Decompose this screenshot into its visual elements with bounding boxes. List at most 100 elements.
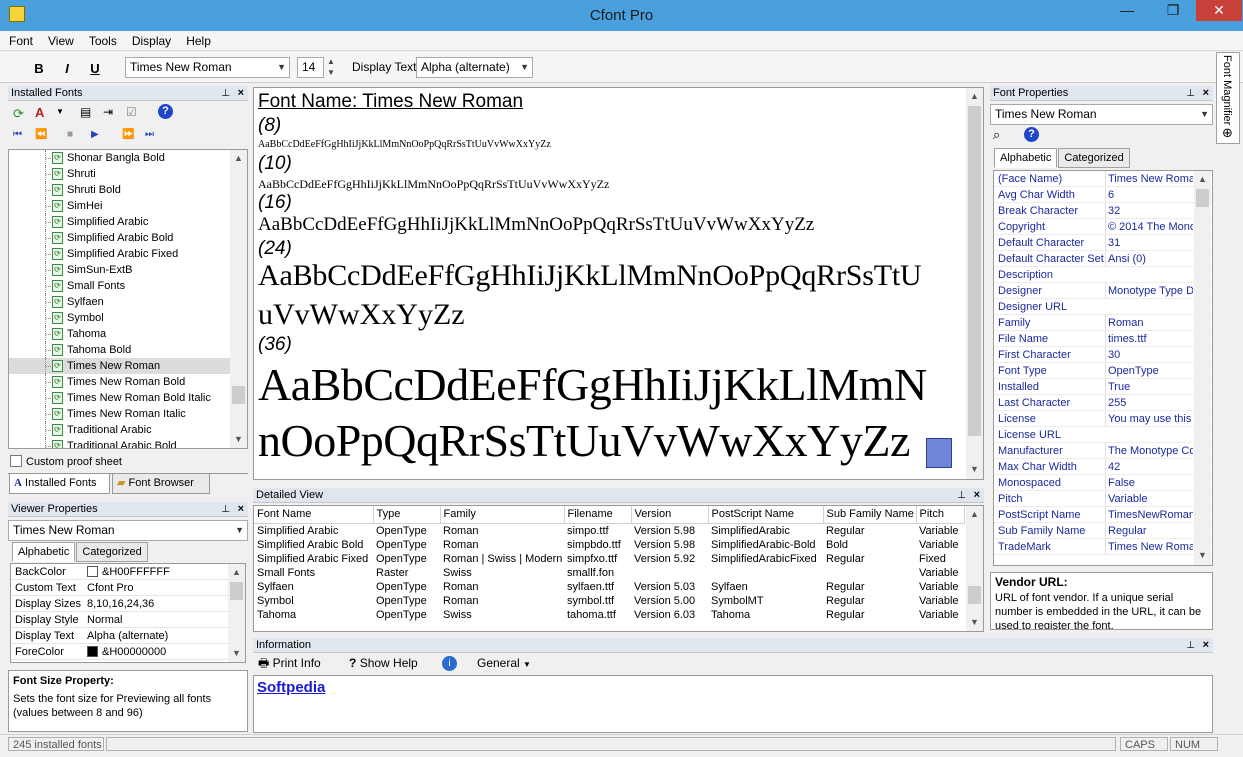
- font-list-item[interactable]: ⟳ Simplified Arabic: [9, 214, 247, 230]
- font-property-row[interactable]: Designer URL: [994, 299, 1212, 315]
- pin-icon[interactable]: ⊥: [221, 502, 230, 517]
- column-header[interactable]: Font Name: [254, 506, 374, 524]
- info-icon[interactable]: i: [442, 656, 457, 671]
- fast-forward-icon[interactable]: ⏩: [122, 129, 134, 140]
- column-header[interactable]: Type: [373, 506, 441, 524]
- show-help-button[interactable]: ? Show Help: [349, 654, 418, 672]
- italic-button[interactable]: I: [56, 58, 78, 78]
- scroll-thumb[interactable]: [968, 106, 981, 436]
- viewer-combo[interactable]: Times New Roman ▼: [8, 520, 248, 541]
- last-icon[interactable]: ⏭: [145, 129, 154, 140]
- font-filter-icon[interactable]: A: [35, 105, 44, 120]
- font-property-row[interactable]: Copyright © 2014 The Monotype: [994, 219, 1212, 235]
- spin-down-icon[interactable]: ▼: [327, 67, 335, 78]
- font-property-row[interactable]: Installed True: [994, 379, 1212, 395]
- font-property-row[interactable]: Max Char Width 42: [994, 459, 1212, 475]
- pin-icon[interactable]: ⊥: [957, 488, 966, 503]
- scroll-thumb[interactable]: [230, 582, 243, 600]
- viewer-property-row[interactable]: Display Style Normal: [11, 612, 245, 628]
- column-header[interactable]: Family: [440, 506, 565, 524]
- column-header[interactable]: Version: [631, 506, 709, 524]
- rewind-icon[interactable]: ⏪: [35, 129, 47, 140]
- close-icon[interactable]: ×: [1203, 638, 1209, 653]
- close-icon[interactable]: ×: [974, 488, 980, 503]
- font-list-item[interactable]: ⟳ Small Fonts: [9, 278, 247, 294]
- column-header[interactable]: Pitch: [916, 506, 965, 524]
- menu-help[interactable]: Help: [177, 31, 217, 49]
- font-property-row[interactable]: License You may use this font: [994, 411, 1212, 427]
- font-property-row[interactable]: Avg Char Width 6: [994, 187, 1212, 203]
- pin-icon[interactable]: ⊥: [1186, 86, 1195, 101]
- viewer-property-row[interactable]: Display Sizes 8,10,16,24,36: [11, 596, 245, 612]
- viewer-grid-scrollbar[interactable]: ▲ ▼: [228, 564, 245, 662]
- first-icon[interactable]: ⏮: [13, 129, 22, 140]
- column-header[interactable]: PostScript Name: [708, 506, 824, 524]
- font-props-scrollbar[interactable]: ▲ ▼: [1194, 171, 1211, 565]
- font-list-item[interactable]: ⟳ SimSun-ExtB: [9, 262, 247, 278]
- font-list-item[interactable]: ⟳ Simplified Arabic Fixed: [9, 246, 247, 262]
- font-property-row[interactable]: Default Character 31: [994, 235, 1212, 251]
- font-property-row[interactable]: (Face Name) Times New Roman: [994, 171, 1212, 187]
- font-property-row[interactable]: Monospaced False: [994, 475, 1212, 491]
- font-combo[interactable]: Times New Roman ▼: [125, 57, 290, 78]
- font-property-row[interactable]: PostScript Name TimesNewRomanPSMT: [994, 507, 1212, 523]
- spin-up-icon[interactable]: ▲: [327, 56, 335, 67]
- scroll-thumb[interactable]: [1196, 189, 1209, 207]
- tab-alphabetic[interactable]: Alphabetic: [994, 148, 1058, 168]
- font-list-item[interactable]: ⟳ Tahoma: [9, 326, 247, 342]
- font-property-row[interactable]: Designer Monotype Type Drawing: [994, 283, 1212, 299]
- font-magnifier-tab[interactable]: Font Magnifier ⊕: [1216, 52, 1240, 144]
- font-property-row[interactable]: First Character 30: [994, 347, 1212, 363]
- font-property-row[interactable]: Sub Family Name Regular: [994, 523, 1212, 539]
- stop-icon[interactable]: ■: [67, 129, 73, 140]
- font-property-row[interactable]: Default Character Set Ansi (0): [994, 251, 1212, 267]
- font-list-scrollbar[interactable]: ▲ ▼: [230, 150, 247, 448]
- check-icon[interactable]: ☑: [126, 105, 137, 119]
- column-header[interactable]: Filename: [564, 506, 632, 524]
- font-list-item[interactable]: ⟳ Times New Roman Bold: [9, 374, 247, 390]
- font-list-item[interactable]: ⟳ Simplified Arabic Bold: [9, 230, 247, 246]
- pin-icon[interactable]: ⊥: [221, 86, 230, 101]
- menu-font[interactable]: Font: [0, 31, 39, 49]
- tab-categorized[interactable]: Categorized: [76, 542, 148, 562]
- scroll-down-icon[interactable]: ▼: [966, 461, 983, 478]
- font-property-row[interactable]: Pitch Variable: [994, 491, 1212, 507]
- font-list-item[interactable]: ⟳ Times New Roman Bold Italic: [9, 390, 247, 406]
- properties-icon[interactable]: ▤: [80, 105, 91, 119]
- bold-button[interactable]: B: [28, 58, 50, 78]
- close-icon[interactable]: ×: [238, 502, 244, 517]
- table-row[interactable]: Tahoma OpenType Swiss tahoma.ttf Version 6.0…: [254, 608, 964, 622]
- font-list-item[interactable]: ⟳ Times New Roman Italic: [9, 406, 247, 422]
- custom-proof-checkbox[interactable]: Custom proof sheet: [10, 455, 122, 468]
- font-property-row[interactable]: Description: [994, 267, 1212, 283]
- size-input[interactable]: 14: [297, 57, 324, 78]
- viewer-property-row[interactable]: Custom Text Cfont Pro: [11, 580, 245, 596]
- menu-tools[interactable]: Tools: [80, 31, 123, 49]
- font-list-item[interactable]: ⟳ Traditional Arabic: [9, 422, 247, 438]
- font-list-item[interactable]: ⟳ Symbol: [9, 310, 247, 326]
- font-list-item[interactable]: ⟳ Times New Roman: [9, 358, 247, 374]
- minimize-button[interactable]: —: [1104, 0, 1150, 21]
- scroll-thumb[interactable]: [968, 586, 981, 604]
- viewer-property-row[interactable]: Display Text Alpha (alternate): [11, 628, 245, 644]
- scroll-down-icon[interactable]: ▼: [228, 645, 245, 662]
- detailed-scrollbar[interactable]: ▲ ▼: [966, 506, 983, 631]
- tab-installed-fonts[interactable]: A Installed Fonts: [9, 474, 110, 494]
- display-text-combo[interactable]: Alpha (alternate) ▼: [416, 57, 533, 78]
- maximize-button[interactable]: ❐: [1150, 0, 1196, 21]
- table-row[interactable]: Symbol OpenType Roman symbol.ttf Version 5.0…: [254, 594, 964, 608]
- viewer-property-row[interactable]: BackColor &H00FFFFFF: [11, 564, 245, 580]
- font-properties-combo[interactable]: Times New Roman ▼: [990, 104, 1213, 125]
- font-list-item[interactable]: ⟳ Sylfaen: [9, 294, 247, 310]
- tab-categorized[interactable]: Categorized: [1058, 148, 1130, 168]
- column-header[interactable]: Sub Family Name: [823, 506, 917, 524]
- table-row[interactable]: Small Fonts Raster Swiss smallf.fon Variable: [254, 566, 964, 580]
- size-spinner[interactable]: ▲ ▼: [327, 56, 335, 78]
- font-property-row[interactable]: Family Roman: [994, 315, 1212, 331]
- font-property-row[interactable]: File Name times.ttf: [994, 331, 1212, 347]
- table-row[interactable]: Sylfaen OpenType Roman sylfaen.ttf Version 5…: [254, 580, 964, 594]
- font-list-item[interactable]: ⟳ Traditional Arabic Bold: [9, 438, 247, 448]
- tab-alphabetic[interactable]: Alphabetic: [12, 542, 76, 562]
- help-icon[interactable]: ?: [158, 104, 173, 119]
- close-button[interactable]: ✕: [1196, 0, 1242, 21]
